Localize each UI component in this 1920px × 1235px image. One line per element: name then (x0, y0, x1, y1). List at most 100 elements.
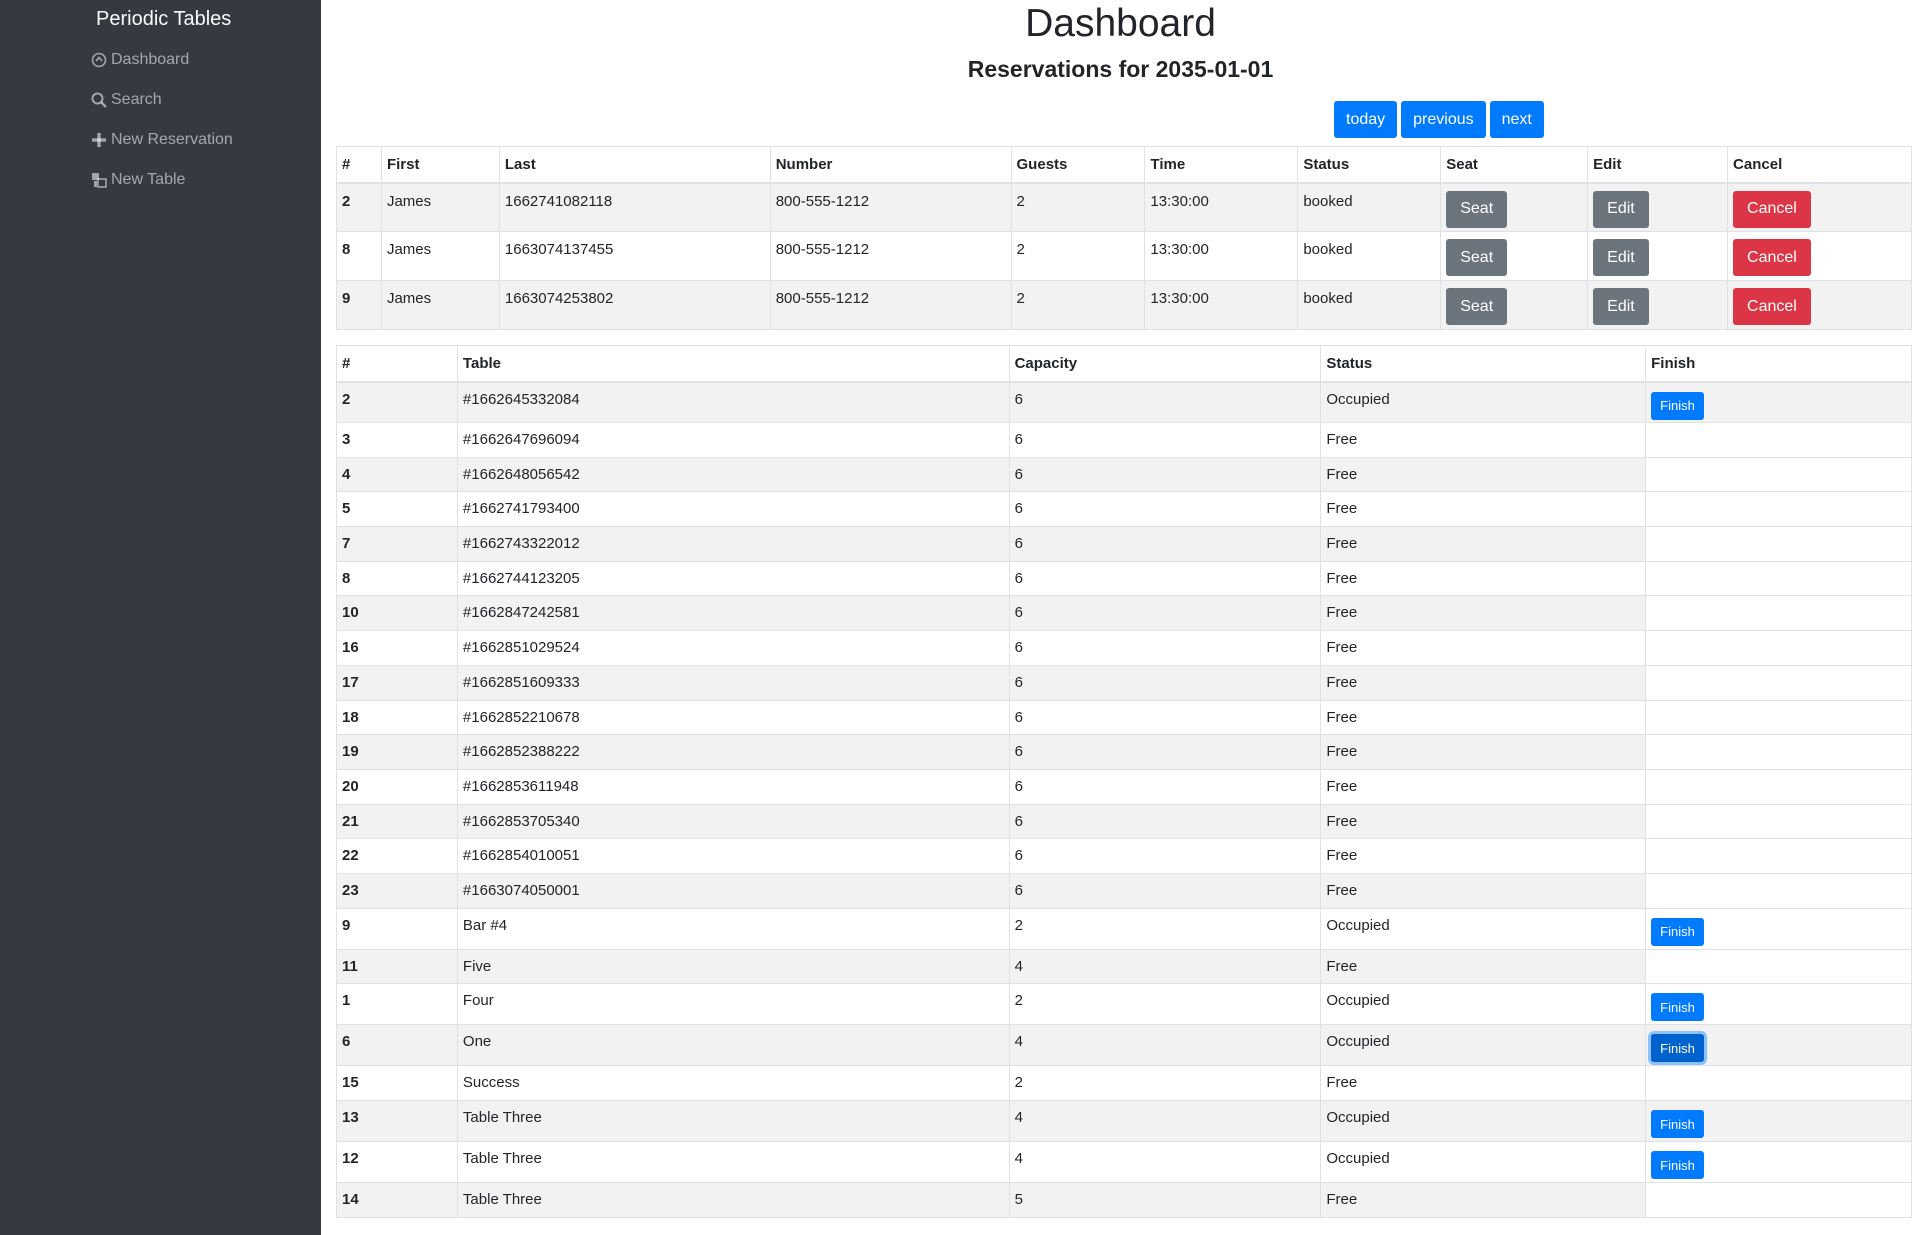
table-name: #1662854010051 (456, 838, 1010, 874)
page-subtitle: Reservations for 2035-01-01 (967, 56, 1274, 82)
phone-number: 800-555-1212 (769, 231, 1012, 281)
finish-cell (1645, 560, 1912, 596)
today-button[interactable]: today (1334, 101, 1398, 138)
sidebar: Periodic Tables Dashboard Search New Res… (0, 0, 321, 1235)
finish-cell (1645, 664, 1912, 700)
seat-cell: Seat (1440, 280, 1588, 330)
nav-item-dashboard[interactable]: Dashboard (91, 51, 189, 69)
first-name: James (380, 231, 500, 281)
finish-cell (1645, 768, 1912, 805)
table-status: Occupied (1320, 1024, 1646, 1066)
table-status: Occupied (1320, 983, 1646, 1025)
table-status: Free (1320, 734, 1646, 770)
finish-button[interactable]: Finish (1651, 917, 1704, 946)
reservations-table: # First Last Number Guests Time Status S… (336, 146, 1912, 330)
seat-button[interactable]: Seat (1446, 288, 1508, 325)
reservation-row: 2 James 1662741082118 800-555-1212 2 13:30:00… (336, 182, 1912, 232)
table-capacity: 6 (1008, 560, 1321, 596)
table-status: Free (1320, 872, 1646, 909)
edit-cell: Edit (1587, 231, 1728, 281)
nav-item-new-reservation[interactable]: New Reservation (91, 131, 233, 149)
table-row: 1 Four 2 Occupied Finish (336, 983, 1912, 1025)
table-name: #1662648056542 (456, 456, 1010, 492)
finish-cell: Finish (1645, 1024, 1912, 1066)
table-id: 18 (336, 699, 458, 735)
table-status: Occupied (1320, 381, 1646, 423)
column-header: Finish (1645, 345, 1912, 383)
reservation-id: 8 (336, 231, 382, 281)
table-id: 2 (336, 381, 458, 423)
finish-button[interactable]: Finish (1651, 1034, 1704, 1063)
finish-cell (1645, 948, 1912, 984)
table-row: 7 #1662743322012 6 Free (336, 526, 1912, 562)
table-status: Occupied (1320, 1100, 1646, 1142)
table-status: Free (1320, 803, 1646, 839)
table-id: 19 (336, 734, 458, 770)
table-capacity: 4 (1008, 948, 1321, 984)
reservation-time: 13:30:00 (1144, 231, 1298, 281)
edit-button[interactable]: Edit (1593, 288, 1649, 325)
table-id: 13 (336, 1100, 458, 1142)
finish-button[interactable]: Finish (1651, 1110, 1704, 1138)
nav-item-new-table[interactable]: New Table (91, 171, 185, 189)
table-id: 16 (336, 630, 458, 666)
table-name: Four (456, 983, 1010, 1025)
previous-button[interactable]: previous (1401, 101, 1486, 138)
table-row: 23 #1663074050001 6 Free (336, 872, 1912, 909)
reservation-row: 8 James 1663074137455 800-555-1212 2 13:30:00… (336, 231, 1912, 281)
column-header: Guests (1010, 146, 1145, 184)
table-row: 17 #1662851609333 6 Free (336, 664, 1912, 700)
edit-button[interactable]: Edit (1593, 239, 1649, 276)
table-status: Occupied (1320, 1141, 1646, 1183)
finish-cell: Finish (1645, 907, 1912, 950)
seat-cell: Seat (1440, 182, 1588, 232)
finish-button[interactable]: Finish (1651, 391, 1704, 420)
table-id: 22 (336, 838, 458, 874)
table-name: #1662853611948 (456, 768, 1010, 805)
table-status: Free (1320, 491, 1646, 527)
brand-link[interactable]: Periodic Tables (96, 8, 231, 31)
cancel-cell: Cancel (1727, 231, 1912, 281)
nav-item-search[interactable]: Search (91, 91, 162, 109)
page-title: Dashboard (1025, 2, 1216, 45)
tables-table: # Table Capacity Status Finish 2 #1662645… (336, 345, 1912, 1218)
table-status: Free (1320, 768, 1646, 805)
cancel-button[interactable]: Cancel (1733, 288, 1811, 325)
table-capacity: 6 (1008, 872, 1321, 909)
edit-button[interactable]: Edit (1593, 190, 1649, 228)
finish-cell (1645, 1065, 1912, 1101)
table-capacity: 2 (1008, 907, 1321, 950)
nav-label: New Table (111, 171, 186, 188)
table-name: #1662645332084 (456, 381, 1010, 423)
table-name: #1662851609333 (456, 664, 1010, 700)
finish-button[interactable]: Finish (1651, 1151, 1704, 1179)
cancel-button[interactable]: Cancel (1733, 239, 1811, 276)
column-header: Seat (1440, 146, 1588, 184)
cancel-button[interactable]: Cancel (1733, 190, 1811, 228)
table-name: Success (456, 1065, 1010, 1101)
finish-button[interactable]: Finish (1651, 993, 1704, 1022)
seat-button[interactable]: Seat (1446, 190, 1508, 228)
table-status: Free (1320, 838, 1646, 874)
table-status: Free (1320, 1065, 1646, 1101)
table-name: Bar #4 (456, 907, 1010, 950)
finish-cell (1645, 803, 1912, 839)
reservation-status: booked (1297, 231, 1441, 281)
seat-button[interactable]: Seat (1446, 239, 1508, 276)
table-id: 14 (336, 1182, 458, 1218)
finish-cell (1645, 526, 1912, 562)
table-id: 23 (336, 872, 458, 909)
column-header: # (336, 345, 458, 383)
table-status: Free (1320, 560, 1646, 596)
table-name: #1662852388222 (456, 734, 1010, 770)
table-row: 3 #1662647696094 6 Free (336, 422, 1912, 458)
finish-cell (1645, 838, 1912, 874)
table-row: 14 Table Three 5 Free (336, 1182, 1912, 1218)
nav-label: Dashboard (111, 51, 190, 68)
table-name: #1662853705340 (456, 803, 1010, 839)
date-nav: today previous next (1334, 101, 1548, 138)
phone-number: 800-555-1212 (769, 280, 1012, 330)
table-capacity: 2 (1008, 983, 1321, 1025)
next-button[interactable]: next (1489, 101, 1544, 138)
table-id: 8 (336, 560, 458, 596)
